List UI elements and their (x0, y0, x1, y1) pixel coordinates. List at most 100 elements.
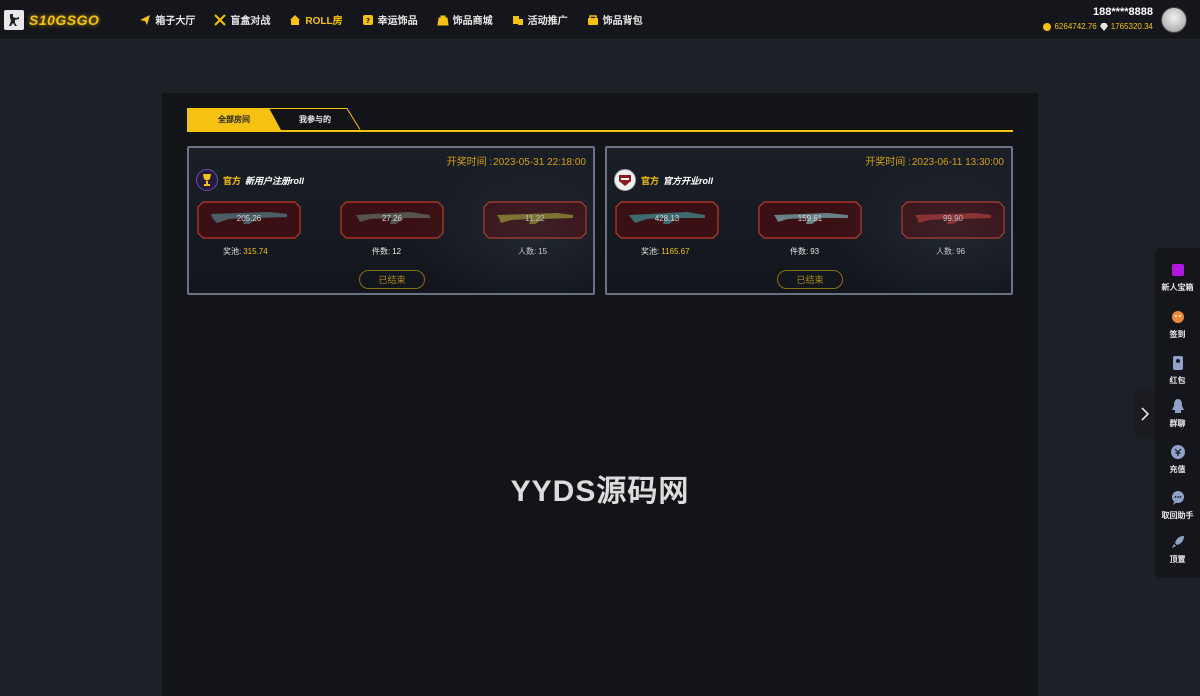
item-count: 件数: 93 (790, 247, 820, 256)
logo-text: S10GSGO (29, 11, 100, 28)
item-price: 159.61 (797, 214, 823, 223)
tab-joined-rooms[interactable]: 我参与的 (269, 108, 361, 130)
sidebar-label: 取回助手 (1161, 511, 1194, 520)
user-info[interactable]: 188****8888 6264742.76 1765320.34 (1043, 6, 1153, 31)
backpack-icon (587, 14, 599, 26)
sidebar-label: 充值 (1169, 465, 1186, 474)
tab-all-rooms[interactable]: 全部房间 (187, 108, 281, 130)
prize-item[interactable]: 27.26 (340, 201, 444, 239)
svg-text:?: ? (366, 17, 370, 25)
prize-item[interactable]: 99.90 (901, 201, 1005, 239)
prize-item[interactable]: 428.13 (615, 201, 719, 239)
nav-roll-room[interactable]: ROLL房 (289, 12, 343, 27)
recharge-icon (1170, 444, 1186, 460)
room-card[interactable]: 开奖时间 :2023-06-11 13:30:00 官方 官方开业roll 42… (605, 146, 1013, 295)
user-avatar[interactable] (1161, 7, 1187, 33)
sidebar-item-red-envelope[interactable]: 红包 (1155, 355, 1200, 386)
item-price: 428.13 (654, 214, 680, 223)
prize-item[interactable]: 11.22 (483, 201, 587, 239)
lucky-box-icon: ? (362, 14, 374, 26)
official-badge-icon (614, 169, 636, 191)
status-ended-button[interactable]: 已结束 (777, 270, 843, 289)
room-name: 官方开业roll (663, 175, 714, 186)
item-price: 11.22 (525, 214, 545, 223)
item-price: 27.26 (381, 214, 403, 223)
room-stats: 奖池: 315.74 件数: 12 人数: 15 (189, 246, 593, 258)
item-price: 205.26 (236, 214, 262, 223)
nav-label: 幸运饰品 (377, 16, 418, 27)
sign-in-icon (1170, 309, 1186, 325)
main-nav: 箱子大厅 盲盒对战 ROLL房 ? 幸运饰品 饰品商城 活动推广 饰品背包 (139, 12, 661, 27)
sidebar-label: 签到 (1169, 330, 1186, 339)
official-tag: 官方 (223, 175, 242, 186)
chat-bubble-icon (1170, 490, 1186, 506)
top-nav-bar: S10GSGO 箱子大厅 盲盒对战 ROLL房 ? 幸运饰品 饰品商城 活动推广 (0, 0, 1200, 40)
sidebar-label: 群聊 (1169, 419, 1186, 428)
nav-label: 饰品商城 (452, 16, 493, 27)
nav-box-battle[interactable]: 盲盒对战 (214, 12, 270, 27)
rocket-icon (1170, 534, 1186, 550)
room-header: 官方 官方开业roll (614, 169, 713, 191)
nav-item-shop[interactable]: 饰品商城 (437, 12, 493, 27)
tab-label: 全部房间 (218, 114, 250, 124)
prize-pool: 奖池: 1165.67 (641, 247, 690, 256)
coin-balance: 6264742.76 (1054, 22, 1097, 31)
draw-time: 开奖时间 :2023-05-31 22:18:00 (446, 157, 586, 168)
promo-icon (512, 14, 524, 26)
sidebar-label: 红包 (1169, 376, 1186, 385)
draw-time: 开奖时间 :2023-06-11 13:30:00 (865, 157, 1004, 168)
sidebar-item-sign-in[interactable]: 签到 (1155, 309, 1200, 340)
prize-item[interactable]: 159.61 (758, 201, 862, 239)
sidebar-item-retrieve-helper[interactable]: 取回助手 (1155, 490, 1200, 521)
room-name: 新用户注册roll (245, 175, 305, 186)
prize-pool: 奖池: 315.74 (223, 247, 268, 256)
crossed-swords-icon (214, 13, 227, 26)
roll-room-panel: 全部房间 我参与的 开奖时间 :2023-05-31 22:18:00 官方 新… (162, 93, 1038, 696)
room-tabs: 全部房间 我参与的 (187, 108, 1013, 132)
user-balance: 6264742.76 1765320.34 (1043, 22, 1153, 31)
sidebar-label: 新人宝箱 (1161, 283, 1194, 292)
nav-label: 箱子大厅 (155, 16, 196, 27)
red-envelope-icon (1170, 355, 1186, 371)
sidebar-item-newbie-box[interactable]: 新人宝箱 (1155, 262, 1200, 293)
diamond-icon (1099, 22, 1108, 31)
chevron-right-icon (1141, 407, 1150, 421)
official-tag: 官方 (641, 175, 660, 186)
room-card[interactable]: 开奖时间 :2023-05-31 22:18:00 官方 新用户注册roll 2… (187, 146, 595, 295)
status-ended-button[interactable]: 已结束 (359, 270, 425, 289)
user-name: 188****8888 (1093, 6, 1153, 18)
participant-count: 人数: 15 (518, 247, 548, 256)
prize-item[interactable]: 205.26 (197, 201, 301, 239)
sidebar-item-recharge[interactable]: 充值 (1155, 444, 1200, 475)
room-header: 官方 新用户注册roll (196, 169, 304, 191)
nav-label: ROLL房 (305, 16, 343, 27)
coin-icon (1043, 22, 1052, 31)
nav-backpack[interactable]: 饰品背包 (587, 12, 643, 27)
sidebar-toggle[interactable] (1134, 390, 1156, 438)
nav-box-hall[interactable]: 箱子大厅 (139, 12, 195, 27)
diamond-balance: 1765320.34 (1110, 22, 1153, 31)
room-stats: 奖池: 1165.67 件数: 93 人数: 96 (607, 246, 1011, 258)
qq-penguin-icon (1170, 398, 1186, 414)
item-price: 99.90 (942, 214, 964, 223)
nav-lucky-items[interactable]: ? 幸运饰品 (362, 12, 418, 27)
sidebar-label: 顶置 (1169, 555, 1186, 564)
paper-plane-icon (139, 14, 151, 26)
watermark-text: YYDS源码网 (510, 475, 690, 508)
right-toolbar: 新人宝箱 签到 红包 群聊 充值 取回助手 顶置 (1155, 248, 1200, 578)
nav-label: 活动推广 (527, 16, 568, 27)
shopping-bag-icon (437, 14, 449, 26)
tab-label: 我参与的 (299, 114, 331, 124)
nav-promotion[interactable]: 活动推广 (512, 12, 568, 27)
gift-box-icon (1170, 262, 1186, 278)
item-count: 件数: 12 (372, 247, 402, 256)
prize-items: 428.13 159.61 99.90 (615, 201, 1005, 239)
trophy-icon (196, 169, 218, 191)
nav-label: 盲盒对战 (230, 16, 271, 27)
logo-soldier-icon (4, 9, 24, 30)
sidebar-item-group-chat[interactable]: 群聊 (1155, 398, 1200, 429)
site-logo[interactable]: S10GSGO (4, 9, 100, 30)
participant-count: 人数: 96 (936, 247, 966, 256)
nav-label: 饰品背包 (602, 16, 643, 27)
sidebar-item-back-to-top[interactable]: 顶置 (1155, 534, 1200, 565)
